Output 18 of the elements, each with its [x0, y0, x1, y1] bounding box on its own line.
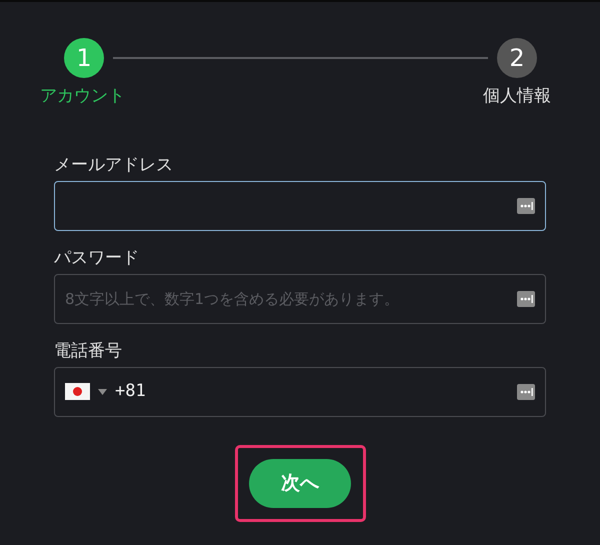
field-placeholder: 8文字以上で、数字1つを含める必要があります。: [65, 290, 400, 308]
next-button[interactable]: 次へ: [249, 458, 351, 508]
step-label: アカウント: [40, 85, 125, 108]
password-manager-icon[interactable]: [517, 290, 535, 306]
password-manager-icon[interactable]: [517, 198, 535, 214]
step-label: 個人情報: [483, 85, 551, 108]
flag-icon[interactable]: [65, 383, 90, 400]
field-label: メールアドレス: [54, 154, 174, 176]
step-number: 2: [497, 38, 537, 78]
dropdown-caret-icon[interactable]: [98, 388, 107, 394]
password-manager-icon[interactable]: [517, 384, 535, 400]
input-field[interactable]: [54, 180, 546, 230]
phone-value: +81: [115, 380, 146, 401]
field-label: 電話番号: [54, 340, 123, 362]
step-number: 1: [64, 38, 104, 78]
field-label: パスワード: [54, 246, 140, 270]
phone-field[interactable]: +81: [54, 366, 546, 416]
input-field[interactable]: 8文字以上で、数字1つを含める必要があります。: [54, 274, 546, 324]
